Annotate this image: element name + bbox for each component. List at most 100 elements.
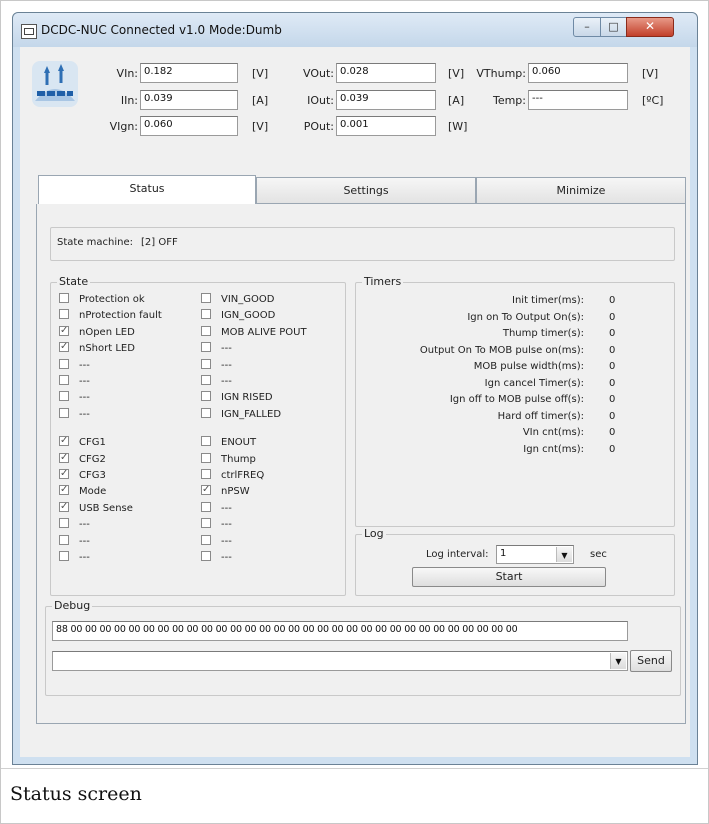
tab-settings[interactable]: Settings [256,177,476,204]
unchecked-checkbox-icon[interactable] [201,469,211,479]
log-interval-unit: sec [590,549,607,560]
unchecked-checkbox-icon[interactable] [201,309,211,320]
unchecked-checkbox-icon[interactable] [59,309,69,320]
state-checkbox-label: Mode [79,486,107,498]
pout-field[interactable]: 0.001 [336,116,436,136]
state-checkbox-row[interactable]: MOB ALIVE POUT [201,325,307,341]
checked-checkbox-icon[interactable]: ✓ [59,485,69,496]
state-checkbox-row[interactable]: IGN_FALLED [201,407,281,423]
debug-output-field[interactable]: 88 00 00 00 00 00 00 00 00 00 00 00 00 0… [52,621,628,641]
state-checkbox-row[interactable]: --- [59,551,90,566]
checked-checkbox-icon[interactable]: ✓ [59,342,69,353]
unchecked-checkbox-icon[interactable] [201,436,211,447]
unchecked-checkbox-icon[interactable] [59,375,69,385]
unchecked-checkbox-icon[interactable] [201,452,211,463]
unchecked-checkbox-icon[interactable] [59,391,69,402]
state-checkbox-row[interactable]: --- [201,375,232,390]
unchecked-checkbox-icon[interactable] [201,518,211,529]
unchecked-checkbox-icon[interactable] [201,342,211,353]
unchecked-checkbox-icon[interactable] [201,391,211,402]
close-button[interactable]: ✕ [626,17,674,37]
state-checkbox-row[interactable]: --- [59,375,90,390]
state-checkbox-row[interactable]: --- [59,358,90,374]
state-checkbox-row[interactable]: Protection ok [59,293,145,308]
unchecked-checkbox-icon[interactable] [201,501,211,512]
temp-field[interactable]: --- [528,90,628,110]
state-checkbox-row[interactable]: --- [201,518,232,533]
state-checkbox-row[interactable]: ✓ nPSW [201,485,250,500]
unchecked-checkbox-icon[interactable] [201,375,211,385]
checked-checkbox-icon[interactable]: ✓ [201,485,211,496]
dropdown-arrow-icon[interactable]: ▼ [610,653,626,669]
state-checkbox-row[interactable]: VIN_GOOD [201,293,274,308]
iin-unit: [A] [252,94,269,107]
tab-status[interactable]: Status [38,175,256,205]
window-title: DCDC-NUC Connected v1.0 Mode:Dumb [41,23,282,37]
state-checkbox-row[interactable]: ✓ CFG1 [59,436,106,451]
state-checkbox-row[interactable]: ENOUT [201,436,256,451]
unchecked-checkbox-icon[interactable] [59,534,69,545]
state-checkbox-row[interactable]: Thump [201,452,256,468]
state-checkbox-row[interactable]: nProtection fault [59,309,162,324]
vthump-field[interactable]: 0.060 [528,63,628,83]
log-group: Log Log interval: 1 ▼ sec Start [355,527,675,596]
state-checkbox-row[interactable]: --- [59,407,90,423]
state-checkbox-row[interactable]: IGN_GOOD [201,309,275,324]
checked-checkbox-icon[interactable]: ✓ [59,452,69,463]
state-checkbox-row[interactable]: --- [201,342,232,357]
unchecked-checkbox-icon[interactable] [201,534,211,545]
state-checkbox-row[interactable]: --- [201,358,232,374]
state-checkbox-row[interactable]: --- [201,551,232,566]
state-checkbox-label: --- [221,552,232,563]
state-checkbox-label: IGN RISED [221,392,273,404]
unchecked-checkbox-icon[interactable] [201,293,211,303]
vin-field[interactable]: 0.182 [140,63,238,83]
state-checkbox-row[interactable]: ✓ nOpen LED [59,325,135,341]
state-checkbox-row[interactable]: --- [59,534,90,550]
state-checkbox-label: --- [221,519,232,531]
state-checkbox-row[interactable]: ✓ Mode [59,485,106,500]
unchecked-checkbox-icon[interactable] [59,551,69,561]
state-checkbox-row[interactable]: ✓ nShort LED [59,342,135,357]
vout-label: VOut: [303,67,334,80]
state-checkbox-label: --- [79,519,90,531]
state-checkbox-row[interactable]: IGN RISED [201,391,273,406]
unchecked-checkbox-icon[interactable] [59,358,69,369]
checked-checkbox-icon[interactable]: ✓ [59,501,69,512]
vout-field[interactable]: 0.028 [336,63,436,83]
unchecked-checkbox-icon[interactable] [201,551,211,561]
unchecked-checkbox-icon[interactable] [201,358,211,369]
vign-field[interactable]: 0.060 [140,116,238,136]
state-checkbox-row[interactable]: --- [201,501,232,517]
tab-minimize[interactable]: Minimize [476,177,686,204]
checked-checkbox-icon[interactable]: ✓ [59,436,69,447]
maximize-button[interactable]: □ [600,17,627,37]
checked-checkbox-icon[interactable]: ✓ [59,469,69,479]
iout-field[interactable]: 0.039 [336,90,436,110]
unchecked-checkbox-icon[interactable] [59,293,69,303]
unchecked-checkbox-icon[interactable] [59,407,69,418]
minimize-button[interactable]: – [573,17,601,37]
log-interval-select[interactable]: 1 ▼ [496,545,574,564]
timer-label: Ign on To Output On(s): [467,311,584,323]
title-bar: DCDC-NUC Connected v1.0 Mode:Dumb – □ ✕ [13,13,697,47]
state-checkbox-row[interactable]: ✓ USB Sense [59,501,133,517]
state-checkbox-row[interactable]: ctrlFREQ [201,469,264,484]
unchecked-checkbox-icon[interactable] [59,518,69,529]
unchecked-checkbox-icon[interactable] [201,407,211,418]
state-checkbox-row[interactable]: ✓ CFG2 [59,452,106,468]
state-checkbox-row[interactable]: --- [201,534,232,550]
debug-send-button[interactable]: Send [630,650,672,672]
state-checkbox-row[interactable]: --- [59,518,90,533]
vign-unit: [V] [252,120,269,133]
vign-label: VIgn: [109,120,138,133]
state-checkbox-label: CFG1 [79,437,106,449]
dropdown-arrow-icon[interactable]: ▼ [556,547,572,562]
log-start-button[interactable]: Start [412,567,606,587]
debug-command-select[interactable]: ▼ [52,651,628,671]
state-checkbox-row[interactable]: --- [59,391,90,406]
state-checkbox-row[interactable]: ✓ CFG3 [59,469,106,484]
checked-checkbox-icon[interactable]: ✓ [59,325,69,336]
iin-field[interactable]: 0.039 [140,90,238,110]
unchecked-checkbox-icon[interactable] [201,325,211,336]
